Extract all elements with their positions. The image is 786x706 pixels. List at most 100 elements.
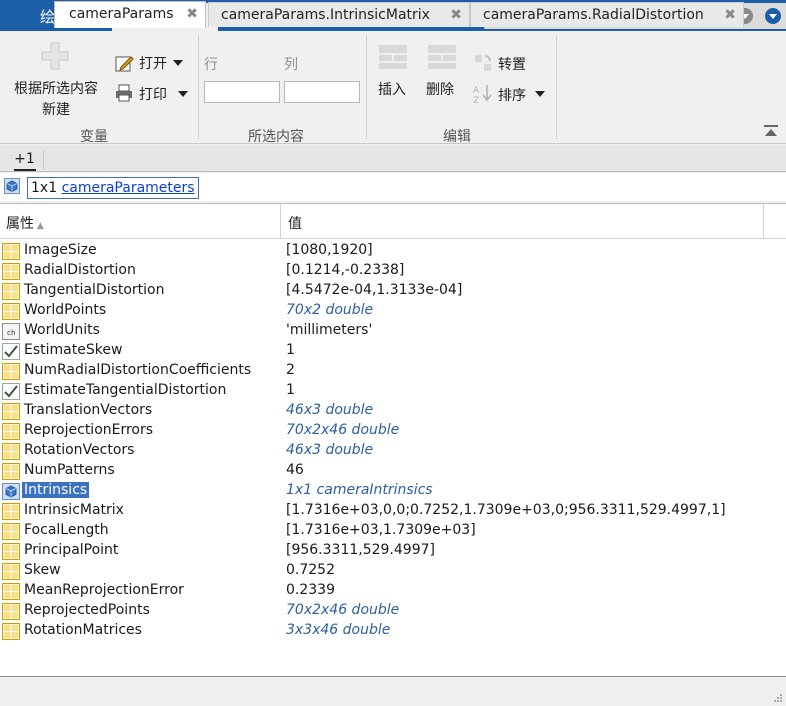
table-row[interactable]: EstimateSkew 1 xyxy=(0,341,786,361)
property-name[interactable]: Skew xyxy=(24,562,61,578)
property-name[interactable]: RotationMatrices xyxy=(24,622,142,638)
property-value[interactable]: [956.3311,529.4997] xyxy=(286,542,435,558)
close-icon[interactable]: ✖ xyxy=(450,3,462,27)
property-value[interactable]: 70x2x46 double xyxy=(286,422,399,438)
table-row[interactable]: Intrinsics 1x1 cameraIntrinsics xyxy=(0,481,786,501)
property-name[interactable]: NumRadialDistortionCoefficients xyxy=(24,362,251,378)
property-name[interactable]: ReprojectedPoints xyxy=(24,602,150,618)
property-value[interactable]: 0.7252 xyxy=(286,562,335,578)
property-name[interactable]: WorldPoints xyxy=(24,302,106,318)
sort-ascending-icon: ▲ xyxy=(34,221,44,231)
collapse-ribbon-icon[interactable] xyxy=(764,125,778,137)
tab-cameraParams[interactable]: cameraParams ✖ xyxy=(54,1,206,28)
open-icon xyxy=(115,56,134,72)
property-value[interactable]: 3x3x46 double xyxy=(286,622,390,638)
close-icon[interactable]: ✖ xyxy=(724,3,736,27)
class-link[interactable]: cameraParameters xyxy=(62,180,195,196)
header-property[interactable]: 属性 ▲ xyxy=(6,213,44,233)
open-dropdown-icon[interactable] xyxy=(173,59,183,67)
new-from-selection-button[interactable]: 根据所选内容 新建 xyxy=(10,79,102,121)
tab-radial-distortion[interactable]: cameraParams.RadialDistortion ✖ xyxy=(470,2,744,27)
insert-button[interactable]: 插入 xyxy=(378,79,406,99)
table-row[interactable]: ReprojectedPoints 70x2x46 double xyxy=(0,601,786,621)
property-name[interactable]: FocalLength xyxy=(24,522,109,538)
svg-text:ch: ch xyxy=(7,329,15,337)
property-table: 属性 ▲ 值 ImageSize [1080,1920] RadialDistort… xyxy=(0,203,786,677)
table-row[interactable]: TangentialDistortion [4.5472e-04,1.3133e-… xyxy=(0,281,786,301)
table-row[interactable]: NumPatterns 46 xyxy=(0,461,786,481)
print-dropdown-icon[interactable] xyxy=(178,90,188,98)
table-row[interactable]: EstimateTangentialDistortion 1 xyxy=(0,381,786,401)
property-name[interactable]: TangentialDistortion xyxy=(24,282,165,298)
property-value[interactable]: 70x2x46 double xyxy=(286,602,399,618)
property-value[interactable]: 'millimeters' xyxy=(286,322,372,338)
property-value[interactable]: 2 xyxy=(286,362,295,378)
property-name[interactable]: RadialDistortion xyxy=(24,262,136,278)
table-row[interactable]: ImageSize [1080,1920] xyxy=(0,241,786,261)
property-name[interactable]: EstimateTangentialDistortion xyxy=(24,382,226,398)
row-input[interactable] xyxy=(204,81,280,103)
table-row[interactable]: NumRadialDistortionCoefficients 2 xyxy=(0,361,786,381)
property-value[interactable]: [1.7316e+03,0,0;0.7252,1.7309e+03,0;956.… xyxy=(286,502,726,518)
property-value[interactable]: 1 xyxy=(286,342,295,358)
group-separator xyxy=(366,35,367,139)
table-row[interactable]: RotationMatrices 3x3x46 double xyxy=(0,621,786,641)
property-value[interactable]: 46x3 double xyxy=(286,442,373,458)
property-name[interactable]: RotationVectors xyxy=(24,442,134,458)
table-row[interactable]: RotationVectors 46x3 double xyxy=(0,441,786,461)
sort-dropdown-icon[interactable] xyxy=(535,90,545,98)
property-value[interactable]: 46x3 double xyxy=(286,402,373,418)
column-divider[interactable] xyxy=(280,204,281,239)
grid-icon xyxy=(2,263,20,280)
open-button[interactable]: 打开 xyxy=(139,53,167,73)
header-value[interactable]: 值 xyxy=(288,213,302,233)
table-row[interactable]: Skew 0.7252 xyxy=(0,561,786,581)
property-name[interactable]: IntrinsicMatrix xyxy=(24,502,124,518)
grid-icon xyxy=(2,523,20,540)
more-tabs-button[interactable]: +1 xyxy=(6,150,44,171)
transpose-button[interactable]: 转置 xyxy=(498,54,526,74)
table-row[interactable]: ch WorldUnits 'millimeters' xyxy=(0,321,786,341)
property-value[interactable]: 1 xyxy=(286,382,295,398)
table-row[interactable]: PrincipalPoint [956.3311,529.4997] xyxy=(0,541,786,561)
property-name[interactable]: PrincipalPoint xyxy=(24,542,118,558)
more-tabs-label: +1 xyxy=(14,151,35,167)
column-divider[interactable] xyxy=(763,204,764,239)
property-value[interactable]: [0.1214,-0.2338] xyxy=(286,262,404,278)
property-name[interactable]: EstimateSkew xyxy=(24,342,122,358)
table-row[interactable]: TranslationVectors 46x3 double xyxy=(0,401,786,421)
ribbon: 根据所选内容 新建 打开 打印 变量 行 列 所选内容 插入 删除 转置 AZ … xyxy=(0,31,786,145)
property-name[interactable]: ReprojectionErrors xyxy=(24,422,153,438)
table-row[interactable]: WorldPoints 70x2 double xyxy=(0,301,786,321)
property-value[interactable]: [4.5472e-04,1.3133e-04] xyxy=(286,282,462,298)
property-value[interactable]: 70x2 double xyxy=(286,302,373,318)
sort-button[interactable]: 排序 xyxy=(498,85,526,105)
resize-grip-icon[interactable] xyxy=(773,693,783,703)
minimize-toolstrip-icon[interactable] xyxy=(763,6,783,26)
column-input[interactable] xyxy=(284,81,360,103)
check-icon xyxy=(2,383,20,400)
print-button[interactable]: 打印 xyxy=(139,84,167,104)
table-row[interactable]: RadialDistortion [0.1214,-0.2338] xyxy=(0,261,786,281)
property-name[interactable]: TranslationVectors xyxy=(24,402,152,418)
property-name[interactable]: WorldUnits xyxy=(24,322,100,338)
property-value[interactable]: 0.2339 xyxy=(286,582,335,598)
property-value[interactable]: 1x1 cameraIntrinsics xyxy=(286,482,433,498)
table-row[interactable]: FocalLength [1.7316e+03,1.7309e+03] xyxy=(0,521,786,541)
svg-text:Z: Z xyxy=(473,96,479,105)
tab-label: cameraParams.IntrinsicMatrix xyxy=(221,7,430,23)
delete-button[interactable]: 删除 xyxy=(426,79,454,99)
table-row[interactable]: IntrinsicMatrix [1.7316e+03,0,0;0.7252,1.… xyxy=(0,501,786,521)
table-row[interactable]: MeanReprojectionError 0.2339 xyxy=(0,581,786,601)
property-name[interactable]: NumPatterns xyxy=(24,462,115,478)
table-row[interactable]: ReprojectionErrors 70x2x46 double xyxy=(0,421,786,441)
property-name[interactable]: Intrinsics xyxy=(22,482,90,498)
property-name[interactable]: ImageSize xyxy=(24,242,97,258)
property-value[interactable]: 46 xyxy=(286,462,304,478)
property-value[interactable]: [1.7316e+03,1.7309e+03] xyxy=(286,522,476,538)
close-icon[interactable]: ✖ xyxy=(186,2,198,26)
tab-intrinsic-matrix[interactable]: cameraParams.IntrinsicMatrix ✖ xyxy=(208,2,470,27)
property-name[interactable]: MeanReprojectionError xyxy=(24,582,184,598)
property-value[interactable]: [1080,1920] xyxy=(286,242,373,258)
insert-icon xyxy=(379,45,407,69)
